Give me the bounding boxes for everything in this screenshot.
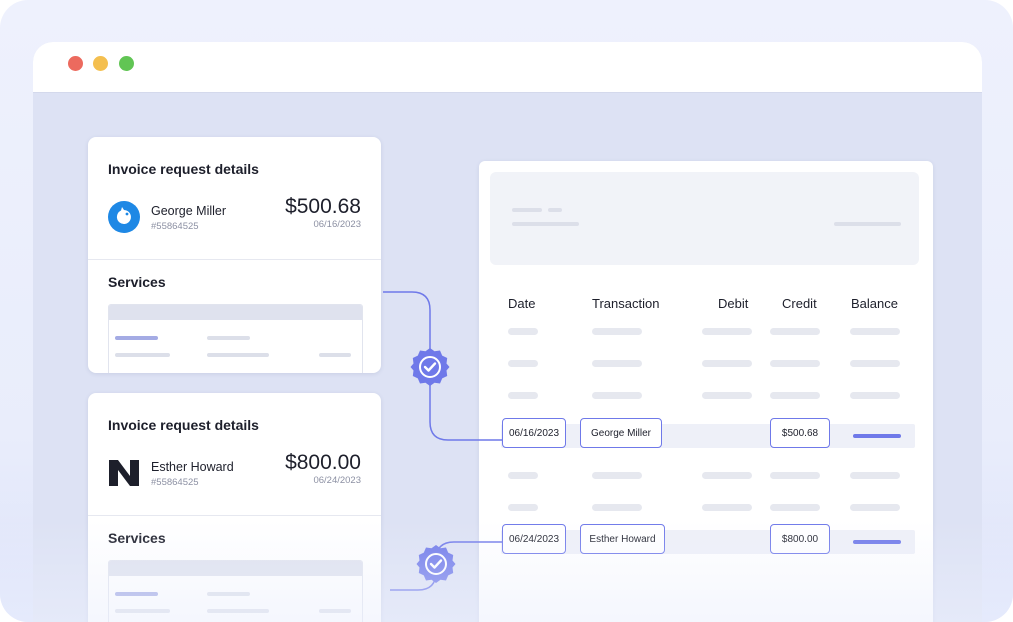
services-label: Services (108, 274, 166, 290)
placeholder-bar (702, 392, 752, 399)
placeholder-bar (850, 360, 900, 367)
balance-indicator (853, 540, 901, 544)
placeholder-bar (702, 472, 752, 479)
placeholder-bar (115, 609, 170, 613)
placeholder-bar (702, 328, 752, 335)
placeholder-bar (548, 208, 562, 212)
blue-bird-logo-icon (108, 201, 140, 233)
placeholder-bar (850, 504, 900, 511)
close-window-button[interactable] (68, 56, 83, 71)
placeholder-bar (850, 392, 900, 399)
balance-indicator (853, 434, 901, 438)
placeholder-bar (115, 353, 170, 357)
placeholder-bar (592, 392, 642, 399)
verified-badge-icon (416, 545, 456, 583)
divider (88, 259, 381, 260)
placeholder-bar (850, 472, 900, 479)
column-header-date[interactable]: Date (508, 296, 535, 311)
services-table-header (109, 561, 362, 576)
placeholder-bar (115, 336, 158, 340)
placeholder-bar (592, 472, 642, 479)
placeholder-bar (508, 472, 538, 479)
client-id: #55864525 (151, 477, 199, 488)
placeholder-bar (508, 328, 538, 335)
invoice-card-esther-howard[interactable]: Invoice request details Esther Howard #5… (88, 393, 381, 622)
services-table (108, 560, 363, 622)
title-bar (33, 42, 982, 93)
placeholder-bar (319, 353, 351, 357)
placeholder-bar (207, 592, 250, 596)
client-name: Esther Howard (151, 460, 234, 474)
placeholder-bar (508, 360, 538, 367)
placeholder-bar (592, 504, 642, 511)
placeholder-bar (592, 360, 642, 367)
placeholder-bar (207, 609, 269, 613)
n-letter-logo-icon (109, 460, 139, 486)
invoice-card-george-miller[interactable]: Invoice request details George Miller #5… (88, 137, 381, 373)
card-title: Invoice request details (108, 161, 259, 177)
placeholder-bar (770, 328, 820, 335)
placeholder-bar (508, 392, 538, 399)
client-id: #55864525 (151, 221, 199, 232)
ledger-panel: Date Transaction Debit Credit Balance 06… (479, 161, 933, 622)
verified-badge-icon (410, 348, 450, 386)
placeholder-bar (770, 360, 820, 367)
column-header-transaction[interactable]: Transaction (592, 296, 659, 311)
card-title: Invoice request details (108, 417, 259, 433)
matched-credit-chip[interactable]: $800.00 (770, 524, 830, 554)
placeholder-bar (770, 392, 820, 399)
placeholder-bar (850, 328, 900, 335)
matched-date-chip[interactable]: 06/16/2023 (502, 418, 566, 448)
matched-transaction-chip[interactable]: George Miller (580, 418, 662, 448)
placeholder-bar (702, 504, 752, 511)
services-table (108, 304, 363, 373)
services-label: Services (108, 530, 166, 546)
placeholder-bar (207, 353, 269, 357)
maximize-window-button[interactable] (119, 56, 134, 71)
invoice-date: 06/16/2023 (313, 219, 361, 230)
placeholder-bar (592, 328, 642, 335)
placeholder-bar (702, 360, 752, 367)
invoice-date: 06/24/2023 (313, 475, 361, 486)
placeholder-bar (207, 336, 250, 340)
placeholder-bar (115, 592, 158, 596)
placeholder-bar (512, 222, 579, 226)
column-header-balance[interactable]: Balance (851, 296, 898, 311)
placeholder-bar (508, 504, 538, 511)
divider (88, 515, 381, 516)
column-header-credit[interactable]: Credit (782, 296, 817, 311)
services-table-header (109, 305, 362, 320)
matched-credit-chip[interactable]: $500.68 (770, 418, 830, 448)
placeholder-bar (770, 504, 820, 511)
client-name: George Miller (151, 204, 227, 218)
placeholder-bar (834, 222, 901, 226)
column-header-debit[interactable]: Debit (718, 296, 748, 311)
background: Invoice request details George Miller #5… (0, 0, 1013, 622)
invoice-amount: $800.00 (285, 451, 361, 474)
ledger-header-placeholder (490, 172, 919, 265)
minimize-window-button[interactable] (93, 56, 108, 71)
placeholder-bar (512, 208, 542, 212)
placeholder-bar (319, 609, 351, 613)
matched-transaction-chip[interactable]: Esther Howard (580, 524, 665, 554)
invoice-amount: $500.68 (285, 195, 361, 218)
placeholder-bar (770, 472, 820, 479)
matched-date-chip[interactable]: 06/24/2023 (502, 524, 566, 554)
